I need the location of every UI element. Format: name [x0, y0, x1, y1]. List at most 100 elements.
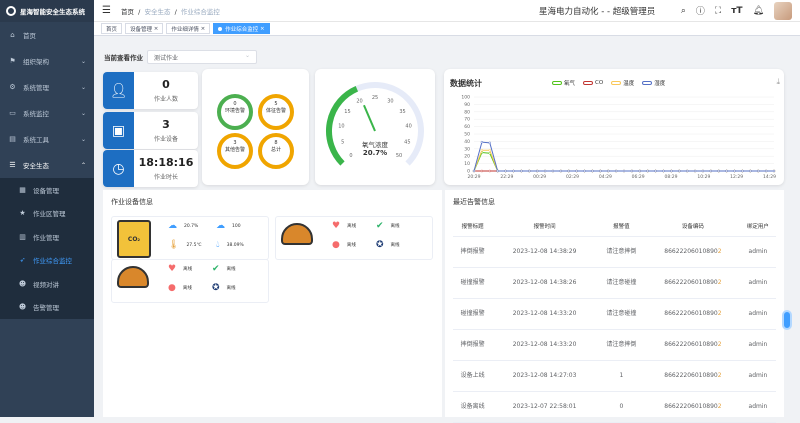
table-row[interactable]: 碰撞报警 2023-12-08 14:33:20 请注意碰撞 866222060108…	[453, 298, 776, 330]
cell-title: 碰撞报警	[453, 298, 493, 330]
device-code: 866222060108902	[664, 340, 722, 348]
sidebar-item-overview[interactable]: ➶ 作业综合监控	[0, 249, 94, 273]
chevron-down-icon: ⌄	[80, 57, 86, 65]
table-row[interactable]: 设备离线 2023-12-07 22:58:01 0 866222060108902 a…	[453, 391, 776, 423]
x-tick-label: 14:29	[763, 174, 776, 180]
bell-icon[interactable]: 🔔︎	[753, 6, 764, 16]
gauge-tick-label: 15	[344, 109, 350, 115]
search-icon[interactable]: ⌕	[681, 6, 686, 16]
series-line-湿度	[473, 141, 774, 172]
data-point	[488, 169, 492, 173]
home-icon: ⌂	[10, 31, 15, 39]
y-tick-label: 100	[461, 95, 470, 101]
sidebar-item-safety[interactable]: ☰ 安全生态 ⌃	[0, 152, 94, 178]
y-tick-label: 90	[464, 102, 470, 108]
sidebar-item-system[interactable]: ⚙ 系统管理 ⌄	[0, 74, 94, 100]
fall-icon: ✔	[376, 221, 384, 231]
stat-value: 0	[162, 78, 170, 91]
tag-detail[interactable]: 作业细详情 ×	[166, 23, 211, 34]
device-section-title: 作业设备信息	[111, 198, 153, 206]
device-card-2[interactable]: ♥ 离线 ✔ 离线 ● 离线 ✪ 离线	[275, 216, 433, 260]
sensor-value: 离线	[346, 243, 356, 248]
sensor-value: 离线	[226, 286, 236, 291]
stat-card-duration: ◷ 18:18:16 作业时长	[103, 150, 198, 187]
list-icon: ▥	[19, 232, 26, 241]
sensor-value: 100	[232, 223, 241, 229]
table-row[interactable]: 碰撞报警 2023-12-08 14:38:26 请注意碰撞 866222060108…	[453, 267, 776, 299]
sidebar-item-device[interactable]: ▦ 设备管理	[0, 178, 94, 202]
alarm-label-env: 环境告警	[224, 108, 245, 114]
chevron-down-icon: ⌄	[80, 83, 86, 91]
gauge-tick-label: 35	[399, 109, 405, 115]
alarm-label-other: 其他告警	[224, 147, 245, 153]
alarm-count-total: 8	[274, 140, 278, 146]
font-size-icon[interactable]: ᴛT	[731, 6, 742, 16]
helmet-icon	[117, 266, 149, 288]
y-tick-label: 80	[464, 109, 470, 115]
close-icon[interactable]: ×	[201, 26, 206, 32]
tag-home[interactable]: 首页	[101, 23, 123, 34]
close-icon[interactable]: ×	[154, 26, 159, 32]
x-tick-label: 08:29	[665, 174, 678, 180]
avatar[interactable]	[774, 1, 792, 20]
sidebar-item-area[interactable]: ★ 作业区管理	[0, 202, 94, 226]
table-row[interactable]: 摔倒报警 2023-12-08 14:38:29 请注意摔倒 866222060108…	[453, 236, 776, 268]
sidebar-item-monitor[interactable]: ▭ 系统监控 ⌄	[0, 100, 94, 126]
tag-overview[interactable]: 作业综合监控 ×	[213, 23, 270, 34]
data-point	[472, 169, 476, 173]
sidebar-item-org[interactable]: ⚑ 组织架构 ⌄	[0, 48, 94, 74]
chip-icon: ▣	[103, 112, 134, 149]
table-row[interactable]: 设备上线 2023-12-08 14:27:03 1 866222060108902 a…	[453, 360, 776, 392]
sensor-value: 离线	[182, 286, 192, 291]
data-point	[772, 169, 776, 173]
breadcrumb-item[interactable]: 安全生态	[144, 8, 170, 16]
gauge-tick-label: 30	[387, 99, 393, 105]
sidebar-item-tools[interactable]: ▤ 系统工具 ⌄	[0, 126, 94, 152]
data-point	[599, 169, 602, 173]
close-icon[interactable]: ×	[260, 26, 265, 32]
tag-device[interactable]: 设备管理 ×	[125, 23, 164, 34]
heart-icon: ♥	[168, 264, 177, 274]
tool-icon: ▤	[9, 135, 16, 143]
series-line-氧气	[473, 151, 774, 172]
device-card-1[interactable]: CO₂ ☁ 20.7% ☁ 100 🌡︎ 27.5℃ 💧︎ 38.09%	[111, 216, 269, 260]
oxygen-gauge: 05101520253035404550	[326, 82, 424, 166]
data-point	[662, 169, 665, 173]
alarm-label-body: 体征告警	[265, 108, 286, 114]
data-point	[614, 169, 618, 173]
breadcrumb-item[interactable]: 首页	[121, 8, 134, 16]
scroll-handle[interactable]	[782, 310, 792, 330]
hamburger-icon[interactable]: ☰	[102, 5, 111, 16]
person-icon: 👤︎	[103, 72, 134, 109]
x-tick-label: 04:29	[599, 174, 612, 180]
y-tick-label: 20	[464, 154, 470, 160]
chevron-down-icon: ⌄	[80, 109, 86, 117]
temperature-icon: ●	[168, 283, 176, 293]
sensor-value: 离线	[226, 267, 236, 272]
shield-icon: ☰	[9, 161, 16, 169]
data-point	[559, 169, 563, 173]
job-select[interactable]: 测试作业	[147, 50, 257, 64]
device-code: 866222060108902	[664, 309, 722, 317]
data-point	[520, 169, 523, 173]
table-row[interactable]: 摔倒报警 2023-12-08 14:33:20 请注意摔倒 866222060108…	[453, 329, 776, 361]
sidebar-item-home[interactable]: ⌂ 首页	[0, 22, 94, 48]
device-card-3[interactable]: ♥ 离线 ✔ 离线 ● 离线 ✪ 离线	[111, 259, 269, 303]
sensor-value: 离线	[390, 224, 400, 229]
cell-value: 请注意碰撞	[596, 298, 646, 330]
stat-label: 作业人数	[153, 96, 178, 103]
user-icon: ☻	[18, 303, 27, 312]
x-tick-label: 00:29	[533, 174, 546, 180]
sidebar-item-job[interactable]: ▥ 作业管理	[0, 225, 94, 249]
gauge-tick-label: 10	[338, 124, 344, 130]
sidebar-item-video[interactable]: ☻ 视频对讲	[0, 272, 94, 296]
data-point	[709, 169, 713, 173]
help-icon[interactable]: ⓘ	[696, 4, 705, 17]
data-point	[733, 169, 736, 173]
gauge-tick-label: 40	[405, 124, 411, 130]
data-point	[717, 169, 720, 173]
fullscreen-icon[interactable]: ⛶	[715, 6, 721, 16]
data-point	[646, 169, 649, 173]
sidebar-item-alarm[interactable]: ☻ 告警管理	[0, 296, 94, 320]
sensor-value: 离线	[183, 267, 193, 272]
